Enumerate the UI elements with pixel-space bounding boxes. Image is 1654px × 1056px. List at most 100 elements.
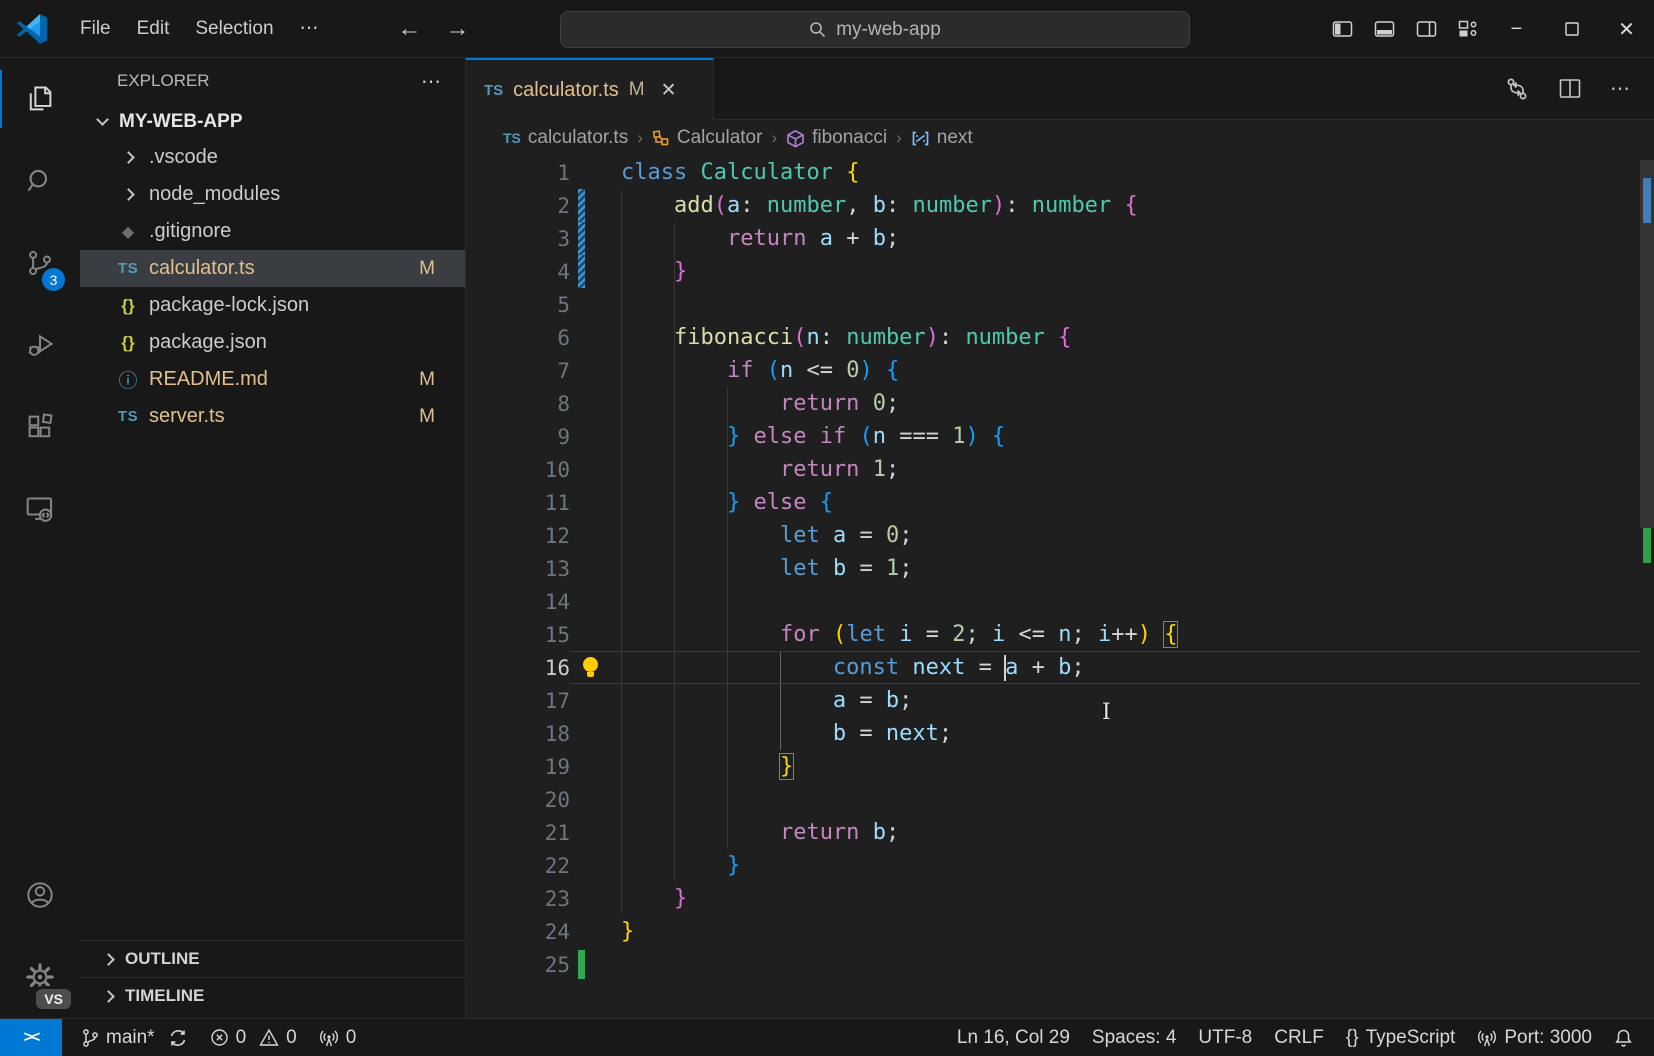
activitybar-extensions-icon[interactable]: [0, 386, 80, 468]
language-mode-item[interactable]: {} TypeScript: [1335, 1027, 1466, 1049]
breadcrumb-method[interactable]: fibonacci: [786, 127, 887, 149]
code-line-14[interactable]: 14: [466, 585, 1654, 618]
code-line-17[interactable]: 17 a = b;: [466, 684, 1654, 717]
open-changes-icon[interactable]: [1504, 76, 1530, 102]
notifications-bell-icon[interactable]: [1603, 1028, 1644, 1048]
code-line-4[interactable]: 4 }: [466, 255, 1654, 288]
lightbulb-icon[interactable]: [583, 657, 598, 672]
explorer-sidebar: EXPLORER ⋯ MY-WEB-APP .vscodenode_module…: [80, 58, 466, 1018]
code-line-23[interactable]: 23 }: [466, 882, 1654, 915]
code-line-18[interactable]: 18 b = next;: [466, 717, 1654, 750]
ts-file-icon: TS: [111, 260, 145, 277]
line-number: 3: [466, 227, 570, 251]
maximize-button[interactable]: [1544, 0, 1599, 58]
code-line-22[interactable]: 22 }: [466, 849, 1654, 882]
ts-file-icon: TS: [111, 408, 145, 425]
nav-back-icon[interactable]: ←: [398, 15, 422, 43]
explorer-item-package-json[interactable]: {}package.json: [80, 324, 465, 361]
code-line-24[interactable]: 24}: [466, 915, 1654, 948]
breadcrumb-class[interactable]: Calculator: [652, 127, 763, 149]
toggle-sidebar-icon[interactable]: [1321, 0, 1363, 58]
code-line-6[interactable]: 6 fibonacci(n: number): number {: [466, 321, 1654, 354]
explorer-more-actions-icon[interactable]: ⋯: [421, 69, 441, 94]
menu-edit[interactable]: Edit: [124, 12, 183, 46]
code-line-9[interactable]: 9 } else if (n === 1) {: [466, 420, 1654, 453]
explorer-item-node-modules[interactable]: node_modules: [80, 176, 465, 213]
forwarded-ports-item[interactable]: 0: [308, 1019, 368, 1056]
git-modified-badge: M: [419, 258, 435, 280]
explorer-item--vscode[interactable]: .vscode: [80, 139, 465, 176]
activitybar-explorer-icon[interactable]: [0, 58, 80, 140]
code-line-3[interactable]: 3 return a + b;: [466, 222, 1654, 255]
explorer-item--gitignore[interactable]: ◆.gitignore: [80, 213, 465, 250]
timeline-section-header[interactable]: TIMELINE: [80, 977, 465, 1014]
eol-item[interactable]: CRLF: [1263, 1027, 1335, 1049]
activitybar-search-icon[interactable]: [0, 140, 80, 222]
code-line-20[interactable]: 20: [466, 783, 1654, 816]
explorer-item-server-ts[interactable]: TSserver.tsM: [80, 398, 465, 435]
toggle-panel-icon[interactable]: [1363, 0, 1405, 58]
typescript-file-icon: TS: [503, 130, 521, 146]
customize-layout-icon[interactable]: [1447, 0, 1489, 58]
activitybar-run-debug-icon[interactable]: [0, 304, 80, 386]
code-line-7[interactable]: 7 if (n <= 0) {: [466, 354, 1654, 387]
code-line-2[interactable]: 2 add(a: number, b: number): number {: [466, 189, 1654, 222]
cursor-position-item[interactable]: Ln 16, Col 29: [946, 1027, 1081, 1049]
menu-more[interactable]: ⋯: [287, 12, 332, 46]
outline-section-header[interactable]: OUTLINE: [80, 940, 465, 977]
explorer-file-tree: .vscodenode_modules◆.gitignoreTScalculat…: [80, 139, 465, 435]
radio-tower-icon: [1477, 1028, 1497, 1048]
line-number: 9: [466, 425, 570, 449]
toggle-secondary-sidebar-icon[interactable]: [1405, 0, 1447, 58]
code-line-13[interactable]: 13 let b = 1;: [466, 552, 1654, 585]
explorer-item-calculator-ts[interactable]: TScalculator.tsM: [80, 250, 465, 287]
explorer-item-readme-md[interactable]: ⓘREADME.mdM: [80, 361, 465, 398]
nav-forward-icon[interactable]: →: [446, 15, 470, 43]
activity-bar: 3: [0, 58, 80, 1018]
file-label: .gitignore: [149, 220, 231, 243]
explorer-item-package-lock-json[interactable]: {}package-lock.json: [80, 287, 465, 324]
command-center-search[interactable]: my-web-app: [560, 11, 1190, 48]
git-modified-badge: M: [419, 406, 435, 428]
split-editor-icon[interactable]: [1558, 77, 1582, 101]
sync-changes-item[interactable]: [166, 1019, 199, 1056]
activitybar-remote-explorer-icon[interactable]: [0, 468, 80, 550]
remote-indicator[interactable]: ><: [0, 1019, 62, 1056]
code-editor[interactable]: 1class Calculator {2 add(a: number, b: n…: [466, 156, 1654, 1018]
activitybar-source-control-icon[interactable]: 3: [0, 222, 80, 304]
title-bar: File Edit Selection ⋯ ← → my-web-app: [0, 0, 1654, 58]
port-item[interactable]: Port: 3000: [1466, 1027, 1603, 1049]
menu-file[interactable]: File: [67, 12, 124, 46]
code-line-12[interactable]: 12 let a = 0;: [466, 519, 1654, 552]
code-line-21[interactable]: 21 return b;: [466, 816, 1654, 849]
encoding-item[interactable]: UTF-8: [1187, 1027, 1263, 1049]
problems-item[interactable]: 0 0: [199, 1019, 308, 1056]
breadcrumbs: TS calculator.ts › Calculator › fib: [466, 120, 1654, 156]
chevron-right-icon: [111, 153, 145, 162]
code-line-16[interactable]: 16 const next = a + b;: [466, 651, 1654, 684]
code-line-1[interactable]: 1class Calculator {: [466, 156, 1654, 189]
code-line-11[interactable]: 11 } else {: [466, 486, 1654, 519]
code-line-25[interactable]: 25: [466, 948, 1654, 981]
code-line-19[interactable]: 19 }: [466, 750, 1654, 783]
git-modified-badge: M: [419, 369, 435, 391]
activitybar-account-icon[interactable]: [0, 854, 80, 936]
breadcrumb-separator: ›: [896, 128, 902, 148]
tab-close-icon[interactable]: ✕: [661, 79, 677, 102]
tab-calculator-ts[interactable]: TS calculator.ts M ✕: [466, 58, 714, 120]
menu-selection[interactable]: Selection: [182, 12, 286, 46]
editor-more-actions-icon[interactable]: ⋯: [1610, 76, 1630, 101]
close-window-button[interactable]: ✕: [1599, 0, 1654, 58]
breadcrumb-file[interactable]: TS calculator.ts: [503, 127, 628, 149]
code-line-10[interactable]: 10 return 1;: [466, 453, 1654, 486]
code-line-8[interactable]: 8 return 0;: [466, 387, 1654, 420]
line-number: 5: [466, 293, 570, 317]
indentation-item[interactable]: Spaces: 4: [1081, 1027, 1188, 1049]
explorer-root-folder[interactable]: MY-WEB-APP: [80, 104, 465, 139]
code-line-15[interactable]: 15 for (let i = 2; i <= n; i++) {: [466, 618, 1654, 651]
minimize-button[interactable]: −: [1489, 0, 1544, 58]
git-branch-item[interactable]: main*: [70, 1019, 166, 1056]
breadcrumb-variable[interactable]: next: [911, 127, 973, 149]
activitybar-settings-gear-icon[interactable]: VS: [0, 936, 80, 1018]
code-line-5[interactable]: 5: [466, 288, 1654, 321]
